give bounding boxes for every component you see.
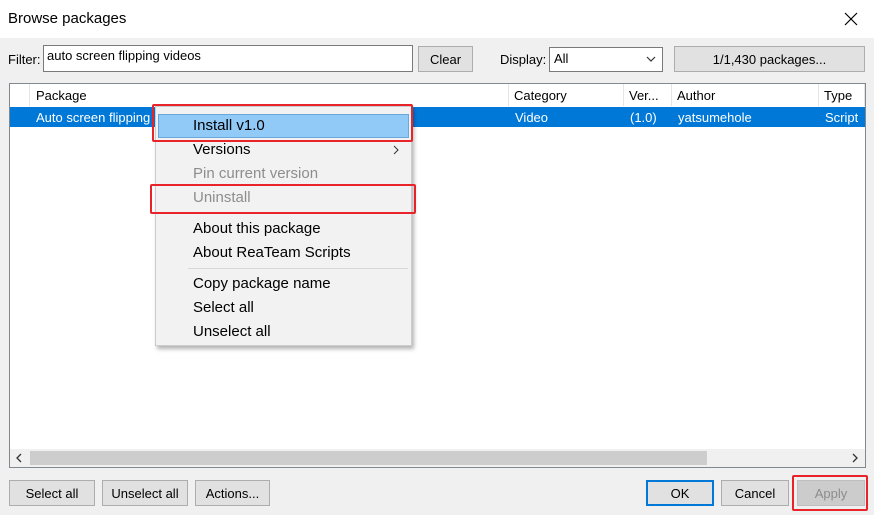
- chevron-right-icon: [852, 453, 858, 463]
- display-selected-value: All: [554, 51, 569, 66]
- row-type: Script: [825, 110, 859, 125]
- filter-label: Filter:: [8, 52, 41, 67]
- scroll-left-button[interactable]: [11, 451, 27, 465]
- select-all-button[interactable]: Select all: [9, 480, 95, 506]
- packages-count-button[interactable]: 1/1,430 packages...: [674, 46, 865, 72]
- menu-item-uninstall: Uninstall: [193, 189, 251, 206]
- menu-item-versions[interactable]: Versions: [158, 138, 409, 162]
- actions-button[interactable]: Actions...: [195, 480, 270, 506]
- submenu-arrow-icon: [393, 145, 399, 155]
- menu-item-about-repo[interactable]: About ReaTeam Scripts: [158, 241, 409, 265]
- chevron-left-icon: [16, 453, 22, 463]
- window-title: Browse packages: [8, 10, 127, 27]
- menu-item-copy-name[interactable]: Copy package name: [158, 272, 409, 296]
- column-header-category[interactable]: Category: [509, 84, 624, 106]
- row-category: Video: [515, 110, 549, 125]
- column-header-type[interactable]: Type: [819, 84, 865, 106]
- row-author: yatsumehole: [678, 110, 752, 125]
- column-header-version[interactable]: Ver...: [624, 84, 672, 106]
- column-header-blank[interactable]: [10, 84, 30, 106]
- filter-input-value: auto screen flipping videos: [47, 48, 201, 63]
- filter-input[interactable]: auto screen flipping videos: [43, 45, 413, 72]
- scroll-right-button[interactable]: [847, 451, 863, 465]
- chevron-down-icon: [646, 56, 656, 62]
- menu-item-unselect-all[interactable]: Unselect all: [158, 320, 409, 344]
- apply-button: Apply: [797, 480, 865, 506]
- scrollbar-thumb[interactable]: [30, 451, 707, 465]
- title-bar: Browse packages: [0, 0, 874, 38]
- menu-separator: [188, 268, 408, 269]
- row-package: Auto screen flipping: [36, 110, 151, 125]
- column-header-package[interactable]: Package: [31, 84, 509, 106]
- row-version: (1.0): [630, 110, 657, 125]
- menu-item-about-package[interactable]: About this package: [158, 217, 409, 241]
- horizontal-scrollbar[interactable]: [10, 449, 865, 467]
- close-icon: [844, 12, 858, 26]
- table-row[interactable]: Auto screen flipping Video (1.0) yatsume…: [10, 107, 865, 127]
- menu-item-versions-label: Versions: [193, 141, 251, 158]
- display-select[interactable]: All: [549, 47, 663, 72]
- column-header-author[interactable]: Author: [672, 84, 819, 106]
- menu-item-install[interactable]: Install v1.0: [158, 114, 409, 138]
- close-button[interactable]: [836, 6, 866, 32]
- display-label: Display:: [500, 52, 547, 67]
- ok-button[interactable]: OK: [646, 480, 714, 506]
- menu-item-select-all[interactable]: Select all: [158, 296, 409, 320]
- unselect-all-button[interactable]: Unselect all: [102, 480, 188, 506]
- packages-list[interactable]: Package Category Ver... Author Type Auto…: [9, 83, 866, 468]
- context-menu: Install v1.0 Versions Pin current versio…: [155, 106, 412, 346]
- clear-button[interactable]: Clear: [418, 46, 473, 72]
- menu-separator: [188, 213, 408, 214]
- cancel-button[interactable]: Cancel: [721, 480, 789, 506]
- menu-item-pin: Pin current version: [193, 165, 319, 182]
